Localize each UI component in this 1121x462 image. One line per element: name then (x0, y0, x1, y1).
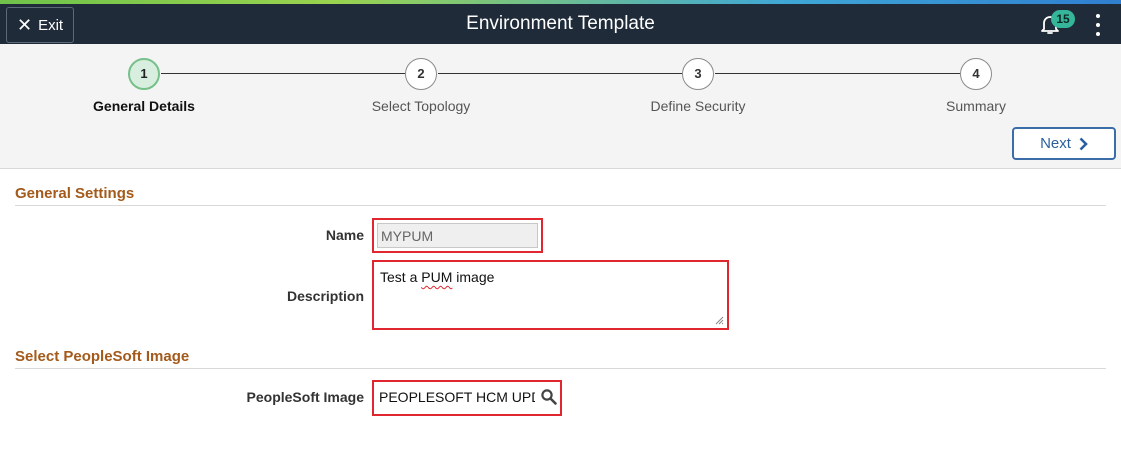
step-train: 1 2 3 4 General Details Select Topology … (0, 44, 1121, 169)
close-icon: ✕ (17, 15, 33, 35)
notification-badge: 15 (1051, 10, 1075, 28)
step-1-label[interactable]: General Details (44, 98, 244, 114)
description-text-start: Test a (380, 269, 422, 285)
step-connector (161, 73, 405, 74)
general-settings-heading: General Settings (15, 185, 135, 202)
section-divider (15, 205, 1106, 206)
peoplesoft-image-highlight: PEOPLESOFT HCM UPDATE IMAGE (372, 380, 562, 416)
peoplesoft-image-field[interactable]: PEOPLESOFT HCM UPDATE IMAGE (377, 386, 535, 408)
more-options-icon[interactable] (1090, 10, 1106, 40)
step-3-circle[interactable]: 3 (682, 58, 714, 90)
page-title: Environment Template (466, 13, 655, 34)
exit-label: Exit (38, 16, 64, 34)
name-highlight: MYPUM (372, 218, 543, 253)
step-3-label[interactable]: Define Security (598, 98, 798, 114)
peoplesoft-image-heading: Select PeopleSoft Image (15, 348, 190, 365)
description-highlight: Test a PUM image (372, 260, 729, 330)
step-connector (438, 73, 682, 74)
step-4-label[interactable]: Summary (876, 98, 1076, 114)
step-connector (715, 73, 960, 74)
step-2-label[interactable]: Select Topology (321, 98, 521, 114)
chevron-right-icon (1079, 137, 1088, 150)
top-bar: ✕ Exit Environment Template 15 (0, 4, 1121, 44)
next-button[interactable]: Next (1012, 127, 1116, 160)
description-misspelled-word: PUM (421, 269, 453, 285)
search-icon[interactable] (540, 388, 558, 406)
name-label: Name (325, 227, 364, 243)
next-label: Next (1040, 135, 1071, 152)
peoplesoft-image-label: PeopleSoft Image (246, 389, 364, 405)
step-4-circle[interactable]: 4 (960, 58, 992, 90)
resize-handle-icon[interactable] (714, 315, 724, 325)
step-1-circle[interactable]: 1 (128, 58, 160, 90)
description-field[interactable]: Test a PUM image (375, 263, 726, 327)
step-2-circle[interactable]: 2 (405, 58, 437, 90)
exit-button[interactable]: ✕ Exit (6, 7, 74, 43)
description-label: Description (286, 288, 364, 304)
name-field[interactable]: MYPUM (377, 223, 538, 248)
description-text-end: image (452, 269, 495, 285)
section-divider (15, 368, 1106, 369)
